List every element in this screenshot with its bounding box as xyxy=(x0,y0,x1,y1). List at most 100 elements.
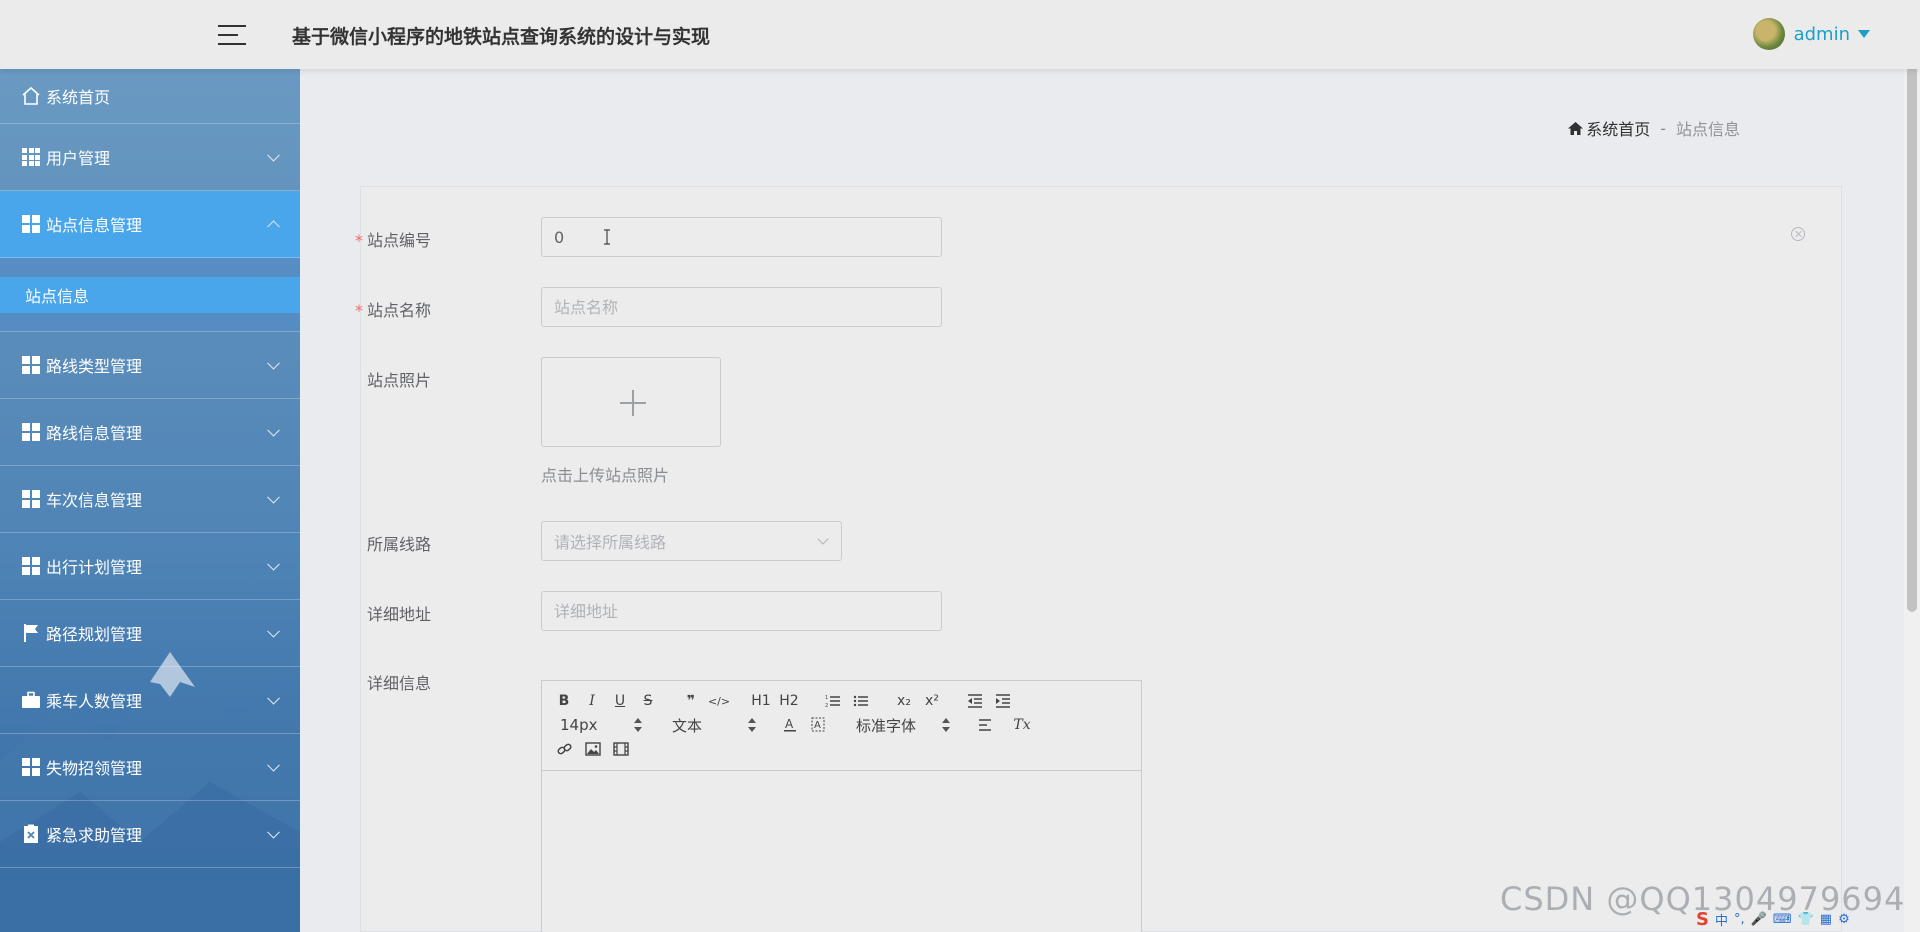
svg-text:2: 2 xyxy=(825,703,828,708)
form-card: *站点编号 *站点名称 站点照片 点击上传站点照片 所属线路 请选择所属线路 详… xyxy=(355,186,1842,932)
photo-upload-button[interactable] xyxy=(541,357,721,447)
upload-hint: 点击上传站点照片 xyxy=(541,466,670,485)
sidebar-item-lost-found[interactable]: 失物招领管理 xyxy=(0,734,300,801)
editor-toolbar: B I U S ❞ </> H1 H2 12 x₂ x² 14px 文本 A A… xyxy=(542,681,1141,771)
chevron-down-icon xyxy=(817,533,829,545)
sidebar-item-route-info[interactable]: 路线信息管理 xyxy=(0,399,300,466)
sidebar-item-label: 站点信息管理 xyxy=(46,216,143,235)
line-label: 所属线路 xyxy=(366,535,431,554)
top-header: 基于微信小程序的地铁站点查询系统的设计与实现 admin xyxy=(0,0,1920,69)
svg-text:A: A xyxy=(814,720,821,731)
sogou-icon[interactable]: S xyxy=(1696,909,1709,930)
app-title: 基于微信小程序的地铁站点查询系统的设计与实现 xyxy=(292,26,711,48)
sidebar-item-label: 乘车人数管理 xyxy=(46,692,143,711)
punctuation-icon[interactable]: °, xyxy=(1734,912,1745,927)
submenu-item-station-info[interactable]: 站点信息 xyxy=(0,277,300,313)
station-name-label: * 站点名称 xyxy=(354,301,431,320)
h2-button[interactable]: H2 xyxy=(778,691,800,711)
underline-button[interactable]: U xyxy=(612,691,628,711)
grid-icon xyxy=(20,213,42,235)
briefcase-icon xyxy=(20,689,42,711)
video-icon[interactable] xyxy=(612,739,630,759)
grid-icon xyxy=(20,354,42,376)
keyboard-icon[interactable]: ⌨ xyxy=(1773,912,1792,927)
sidebar-item-label: 路线类型管理 xyxy=(46,357,143,376)
svg-text:A: A xyxy=(785,717,794,731)
sidebar-item-label: 系统首页 xyxy=(46,88,111,107)
chevron-down-icon xyxy=(267,490,280,504)
settings-icon[interactable]: ⚙ xyxy=(1838,912,1850,927)
station-no-label: * 站点编号 xyxy=(354,231,431,250)
user-menu[interactable]: admin xyxy=(1752,18,1870,50)
text-cursor-icon xyxy=(604,229,610,245)
superscript-button[interactable]: x² xyxy=(922,691,942,711)
close-icon[interactable] xyxy=(1791,227,1805,241)
ime-cn-icon[interactable]: 中 xyxy=(1715,910,1728,929)
skin-icon[interactable]: 👕 xyxy=(1798,912,1814,927)
code-button[interactable]: </> xyxy=(708,691,730,711)
link-icon[interactable] xyxy=(556,739,574,759)
bold-button[interactable]: B xyxy=(556,691,572,711)
svg-text:1: 1 xyxy=(825,695,828,701)
indent-icon[interactable] xyxy=(994,691,1012,711)
sidebar-item-label: 紧急求助管理 xyxy=(46,826,143,845)
grid-icon xyxy=(20,756,42,778)
chevron-down-icon xyxy=(267,825,280,839)
scrollbar-thumb[interactable] xyxy=(1907,2,1917,612)
font-size-select[interactable]: 14px xyxy=(560,715,642,735)
italic-button[interactable]: I xyxy=(584,691,600,711)
username: admin xyxy=(1793,23,1850,45)
subscript-button[interactable]: x₂ xyxy=(894,691,914,711)
chevron-down-icon xyxy=(267,758,280,772)
sidebar-item-route-type[interactable]: 路线类型管理 xyxy=(0,332,300,399)
line-select[interactable]: 请选择所属线路 xyxy=(541,521,842,561)
grid-icon xyxy=(20,488,42,510)
home-icon xyxy=(20,85,42,107)
microphone-icon[interactable]: 🎤 xyxy=(1751,912,1767,927)
strike-button[interactable]: S xyxy=(640,691,656,711)
blockquote-button[interactable]: ❞ xyxy=(682,691,700,711)
breadcrumb: 系统首页 - 站点信息 xyxy=(1568,116,1740,140)
sidebar-item-train-info[interactable]: 车次信息管理 xyxy=(0,466,300,533)
clean-format-button[interactable]: Tx xyxy=(1012,715,1032,735)
toolbox-icon[interactable]: ▦ xyxy=(1820,912,1832,927)
breadcrumb-home-label: 系统首页 xyxy=(1586,120,1651,139)
sidebar: 系统首页 用户管理 站点信息管理 站点信息 路线类型管理 路线信息管理 车次信息… xyxy=(0,69,300,932)
sidebar-item-travel-plan[interactable]: 出行计划管理 xyxy=(0,533,300,600)
sidebar-item-station-info[interactable]: 站点信息管理 xyxy=(0,191,300,258)
sidebar-item-emergency[interactable]: 紧急求助管理 xyxy=(0,801,300,868)
page-scrollbar[interactable] xyxy=(1904,0,1920,932)
sidebar-item-path-planning[interactable]: 路径规划管理 xyxy=(0,600,300,667)
submenu-area: 站点信息 xyxy=(0,258,300,332)
ordered-list-icon[interactable]: 12 xyxy=(824,691,842,711)
grid-icon xyxy=(20,555,42,577)
detail-label: 详细信息 xyxy=(366,674,431,693)
address-label: 详细地址 xyxy=(366,605,431,624)
image-icon[interactable] xyxy=(584,739,602,759)
text-color-icon[interactable]: A xyxy=(782,715,798,735)
station-name-input[interactable] xyxy=(541,287,942,327)
outdent-icon[interactable] xyxy=(966,691,984,711)
header-select[interactable]: 文本 xyxy=(672,715,756,735)
chevron-down-icon xyxy=(267,423,280,437)
rich-text-editor: B I U S ❞ </> H1 H2 12 x₂ x² 14px 文本 A A… xyxy=(541,680,1142,932)
chevron-down-icon xyxy=(267,557,280,571)
sidebar-item-home[interactable]: 系统首页 xyxy=(0,69,300,124)
breadcrumb-current: 站点信息 xyxy=(1675,120,1740,139)
bullet-list-icon[interactable] xyxy=(852,691,870,711)
h1-button[interactable]: H1 xyxy=(750,691,772,711)
breadcrumb-separator: - xyxy=(1660,118,1666,138)
sidebar-item-label: 路线信息管理 xyxy=(46,424,143,443)
sidebar-item-users[interactable]: 用户管理 xyxy=(0,124,300,191)
editor-content-area[interactable] xyxy=(542,771,1141,932)
menu-toggle-icon[interactable] xyxy=(218,23,246,47)
background-color-icon[interactable]: A xyxy=(810,715,826,735)
chevron-down-icon xyxy=(267,691,280,705)
breadcrumb-home[interactable]: 系统首页 xyxy=(1568,116,1650,140)
sidebar-item-passenger-count[interactable]: 乘车人数管理 xyxy=(0,667,300,734)
align-icon[interactable] xyxy=(976,715,994,735)
font-family-select[interactable]: 标准字体 xyxy=(856,715,950,735)
chevron-down-icon xyxy=(267,148,280,162)
chevron-up-icon xyxy=(267,220,280,234)
address-input[interactable] xyxy=(541,591,942,631)
